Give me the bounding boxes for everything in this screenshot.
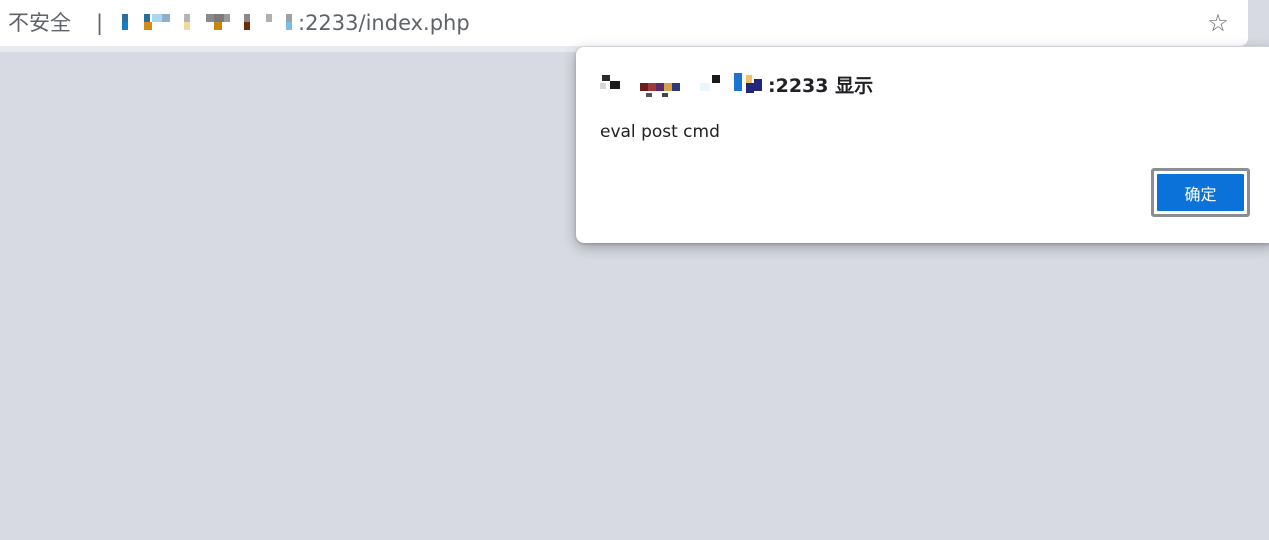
address-separator: | [96,11,104,35]
alert-dialog: :2233 显示 eval post cmd 确定 [576,47,1269,243]
url-text: :2233/index.php [298,11,470,35]
dialog-title-text: :2233 显示 [768,75,874,97]
redacted-host [122,10,298,36]
dialog-message: eval post cmd [600,122,720,142]
security-indicator[interactable]: 不安全 [8,10,71,36]
ok-button[interactable]: 确定 [1151,168,1250,217]
redacted-host [600,73,768,99]
star-icon[interactable]: ☆ [1204,8,1232,38]
dialog-title: :2233 显示 [600,73,873,99]
url-field[interactable]: :2233/index.php [122,10,470,36]
ok-button-label: 确定 [1157,174,1244,211]
address-bar[interactable]: 不安全 | :2233/index.php ☆ [0,0,1248,46]
